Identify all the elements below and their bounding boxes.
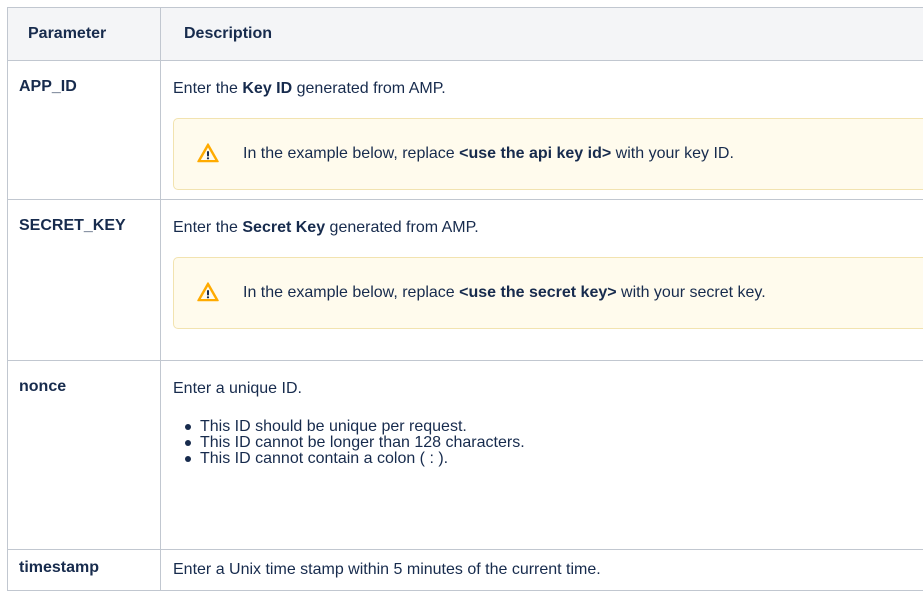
nonce-rules-list: This ID should be unique per request. Th… (173, 419, 923, 467)
param-name-cell: nonce (7, 360, 161, 550)
parameters-table: Parameter Description APP_ID Enter the K… (7, 7, 923, 591)
param-description-cell: Enter a unique ID. This ID should be uni… (160, 360, 923, 550)
param-name-cell: APP_ID (7, 60, 161, 200)
warning-icon (197, 282, 219, 302)
table-row: nonce Enter a unique ID. This ID should … (7, 360, 923, 550)
warning-icon (197, 143, 219, 163)
param-description: Enter the Key ID generated from AMP. (173, 80, 446, 97)
param-name: APP_ID (19, 78, 77, 95)
param-description: Enter a Unix time stamp within 5 minutes… (173, 561, 601, 578)
param-name-cell: SECRET_KEY (7, 199, 161, 361)
table-row: timestamp Enter a Unix time stamp within… (7, 549, 923, 591)
placeholder-token: <use the api key id> (459, 145, 612, 162)
description-header-label: Description (184, 25, 273, 42)
description-column-header: Description (160, 7, 923, 61)
page: Parameter Description APP_ID Enter the K… (0, 0, 923, 598)
warning-text: In the example below, replace <use the s… (243, 284, 766, 301)
param-name-cell: timestamp (7, 549, 161, 591)
parameter-column-header: Parameter (7, 7, 161, 61)
parameter-header-label: Parameter (28, 25, 107, 42)
param-description: Enter a unique ID. (173, 380, 302, 397)
table-header-row: Parameter Description (7, 7, 923, 61)
param-name: SECRET_KEY (19, 217, 126, 234)
warning-panel: In the example below, replace <use the a… (173, 118, 923, 190)
highlight-text: Secret Key (242, 219, 326, 236)
list-item: This ID cannot be longer than 128 charac… (185, 435, 923, 451)
warning-panel: In the example below, replace <use the s… (173, 257, 923, 329)
table-row: APP_ID Enter the Key ID generated from A… (7, 60, 923, 200)
warning-text: In the example below, replace <use the a… (243, 145, 734, 162)
table-row: SECRET_KEY Enter the Secret Key generate… (7, 199, 923, 361)
placeholder-token: <use the secret key> (459, 284, 617, 301)
param-description: Enter the Secret Key generated from AMP. (173, 219, 479, 236)
highlight-text: Key ID (242, 80, 293, 97)
param-name: nonce (19, 378, 67, 395)
list-item: This ID should be unique per request. (185, 419, 923, 435)
param-description-cell: Enter the Secret Key generated from AMP.… (160, 199, 923, 361)
list-item: This ID cannot contain a colon ( : ). (185, 451, 923, 467)
param-name: timestamp (19, 559, 100, 576)
param-description-cell: Enter the Key ID generated from AMP. In … (160, 60, 923, 200)
param-description-cell: Enter a Unix time stamp within 5 minutes… (160, 549, 923, 591)
